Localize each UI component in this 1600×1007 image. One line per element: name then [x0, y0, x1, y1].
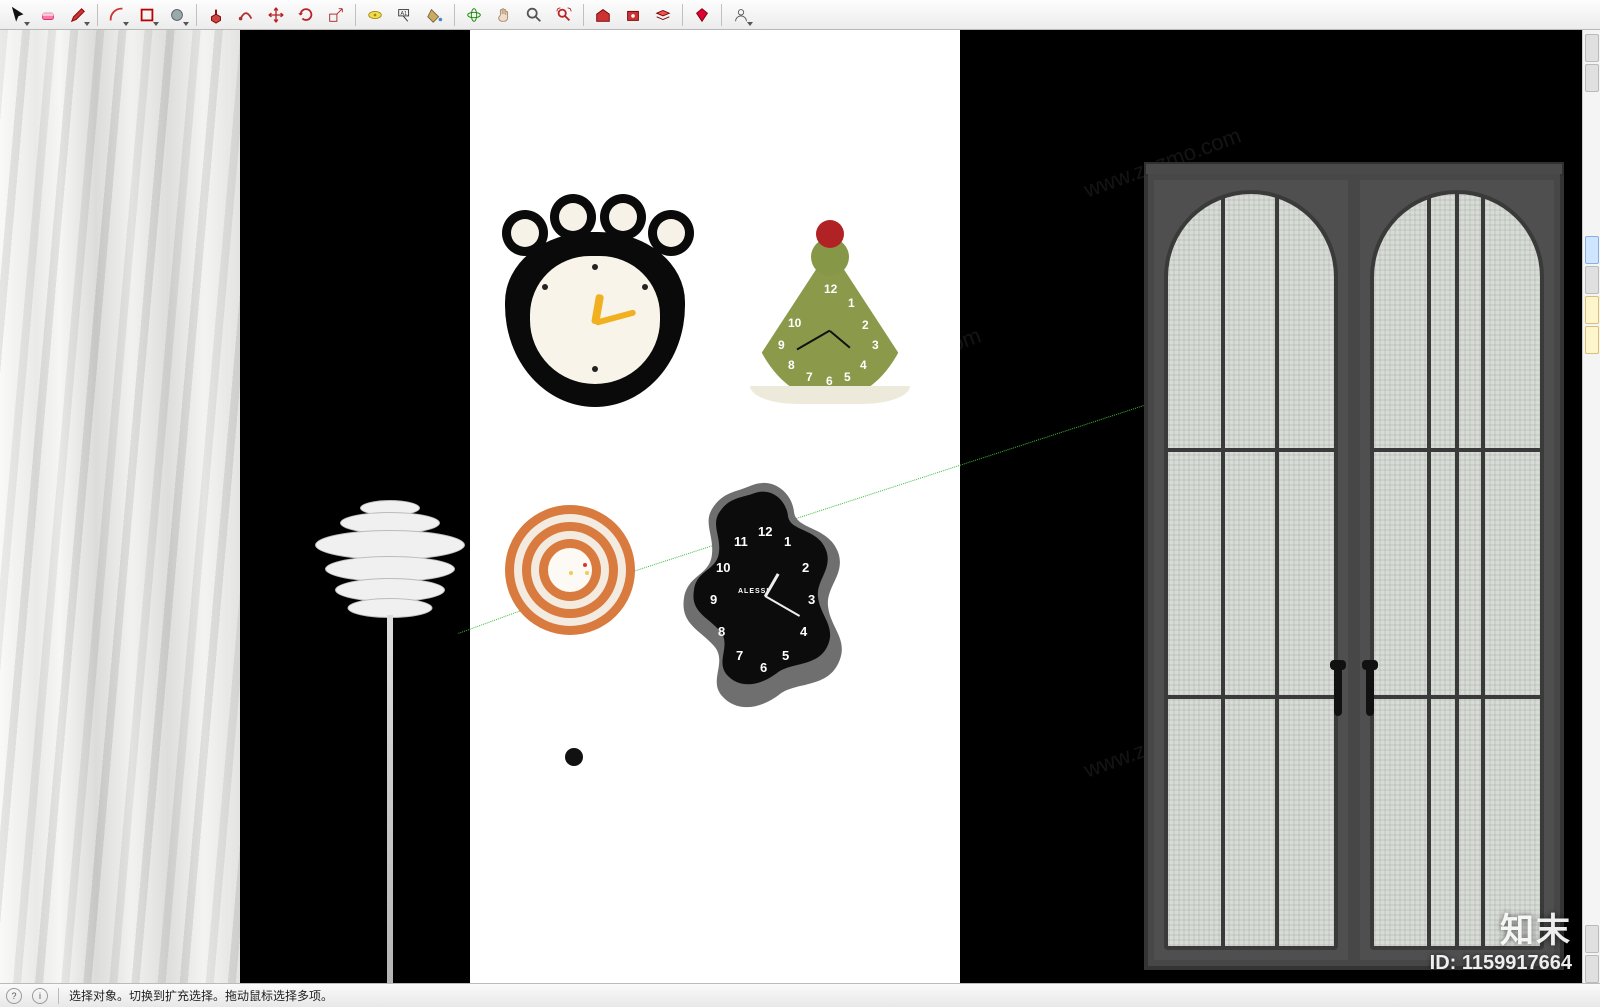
- tape-measure-tool[interactable]: [361, 2, 389, 28]
- tray-tab[interactable]: [1585, 64, 1599, 92]
- clock-number: 6: [826, 374, 833, 388]
- toolbar-separator: [583, 4, 584, 26]
- status-info-button[interactable]: i: [32, 988, 48, 1004]
- clock-number: 12: [824, 282, 837, 296]
- pan-tool[interactable]: [490, 2, 518, 28]
- clock-number: 5: [782, 648, 789, 663]
- toolbar-separator: [196, 4, 197, 26]
- clock-number: 12: [758, 524, 772, 539]
- clock-number: 4: [800, 624, 807, 639]
- tray-tab[interactable]: [1585, 236, 1599, 264]
- clock-number: 2: [802, 560, 809, 575]
- toolbar-separator: [454, 4, 455, 26]
- tray-tab[interactable]: [1585, 34, 1599, 62]
- clock-number: 9: [778, 338, 785, 352]
- shapes-tool[interactable]: [133, 2, 161, 28]
- pencil-tool[interactable]: [64, 2, 92, 28]
- clock-number: 1: [784, 534, 791, 549]
- ring-clock-model: [505, 505, 635, 635]
- toolbar-separator: [97, 4, 98, 26]
- pushpull-tool[interactable]: [202, 2, 230, 28]
- toolbar-separator: [721, 4, 722, 26]
- tray-tab[interactable]: [1585, 326, 1599, 354]
- ruby-tool[interactable]: [688, 2, 716, 28]
- clock-number: 8: [788, 358, 795, 372]
- zoom-extents-tool[interactable]: [550, 2, 578, 28]
- clock-number: 11: [734, 534, 748, 549]
- clock-number: 3: [872, 338, 879, 352]
- tray-tab[interactable]: [1585, 955, 1599, 983]
- clock-number: 4: [860, 358, 867, 372]
- clock-number: 7: [806, 370, 813, 384]
- warehouse-tool[interactable]: [589, 2, 617, 28]
- circle-tool[interactable]: [163, 2, 191, 28]
- double-door-model: [1144, 170, 1564, 970]
- clock-number: 6: [760, 660, 767, 675]
- clock-number: 3: [808, 592, 815, 607]
- eraser-tool[interactable]: [34, 2, 62, 28]
- scale-tool[interactable]: [322, 2, 350, 28]
- tray-tab[interactable]: [1585, 925, 1599, 953]
- extensions-tool[interactable]: [619, 2, 647, 28]
- model-viewport[interactable]: 相邻 www.znzmo.com www.znzmo.com www.znzmo…: [0, 30, 1582, 983]
- clock-number: 8: [718, 624, 725, 639]
- followme-tool[interactable]: [232, 2, 260, 28]
- tree-clock-model: 12 1 2 3 4 5 6 7 8 9 10: [740, 220, 920, 410]
- move-tool[interactable]: [262, 2, 290, 28]
- clock-number: 1: [848, 296, 855, 310]
- zoom-tool[interactable]: [520, 2, 548, 28]
- paint-bucket-tool[interactable]: [421, 2, 449, 28]
- clock-number: 10: [716, 560, 730, 575]
- status-bar: ? i 选择对象。切换到扩充选择。拖动鼠标选择多项。: [0, 983, 1600, 1007]
- blob-clock-model: 12 1 2 3 4 5 6 7 8 9 10 11 ALESSI: [680, 480, 850, 710]
- toolbar-separator: [355, 4, 356, 26]
- select-tool[interactable]: [4, 2, 32, 28]
- right-tray-panel[interactable]: [1582, 30, 1600, 983]
- layers-tool[interactable]: [649, 2, 677, 28]
- orbit-tool[interactable]: [460, 2, 488, 28]
- clock-number: 5: [844, 370, 851, 384]
- main-toolbar: A1: [0, 0, 1600, 30]
- pendulum-dot: [565, 748, 583, 766]
- arc-tool[interactable]: [103, 2, 131, 28]
- curtain-model: [0, 30, 240, 983]
- floor-lamp-model: [300, 500, 480, 983]
- tray-tab[interactable]: [1585, 296, 1599, 324]
- status-help-button[interactable]: ?: [6, 988, 22, 1004]
- paw-clock-model: [500, 200, 690, 410]
- status-hint-text: 选择对象。切换到扩充选择。拖动鼠标选择多项。: [69, 987, 333, 1004]
- clock-number: 2: [862, 318, 869, 332]
- tray-tab[interactable]: [1585, 266, 1599, 294]
- rotate-tool[interactable]: [292, 2, 320, 28]
- user-account[interactable]: [727, 2, 755, 28]
- clock-number: 9: [710, 592, 717, 607]
- text-label-tool[interactable]: A1: [391, 2, 419, 28]
- clock-number: 7: [736, 648, 743, 663]
- clock-number: 10: [788, 316, 801, 330]
- toolbar-separator: [682, 4, 683, 26]
